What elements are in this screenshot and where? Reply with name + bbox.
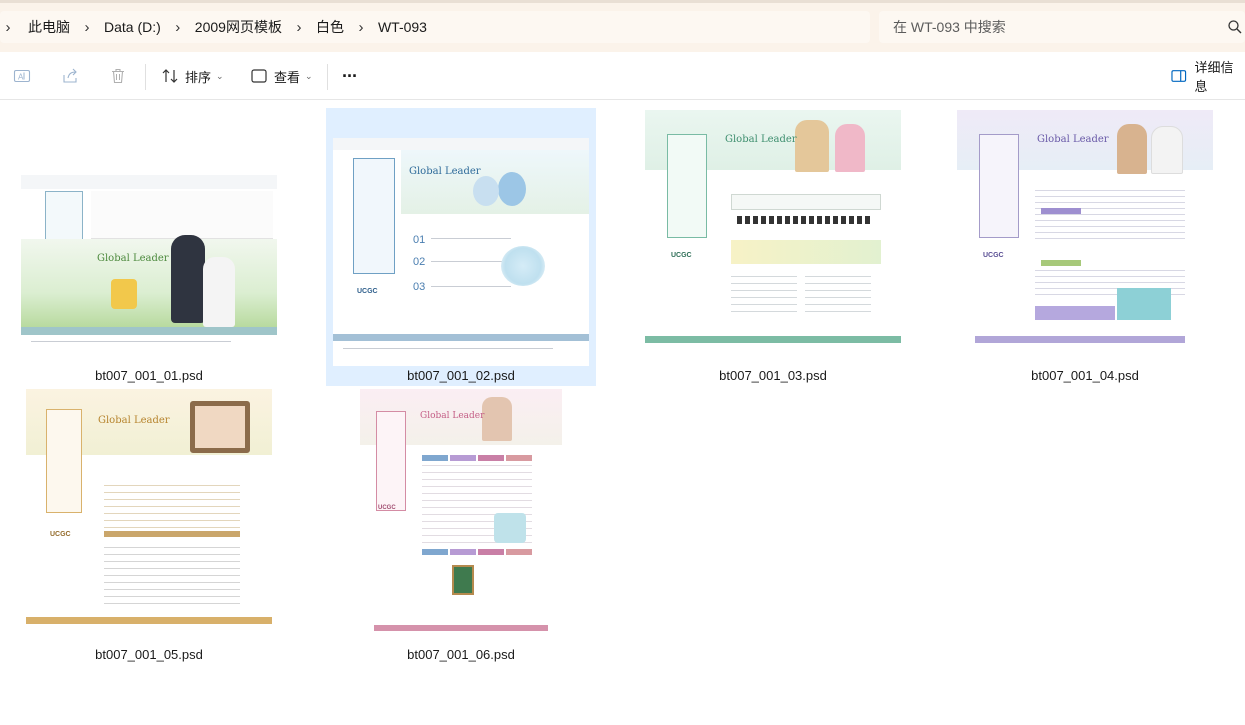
- thumbnail-logo: UCGC: [357, 288, 378, 295]
- file-thumbnail: Global Leader UCGC: [645, 110, 901, 358]
- thumbnail-headline: Global Leader: [420, 411, 485, 421]
- svg-text:A: A: [18, 73, 24, 82]
- chevron-right-icon[interactable]: ›: [171, 19, 185, 36]
- thumbnail-headline: Global Leader: [1037, 134, 1109, 145]
- chevron-right-icon[interactable]: ›: [354, 19, 368, 36]
- address-bar-row: › 此电脑 › Data (D:) › 2009网页模板 › 白色 › WT-0…: [0, 0, 1245, 52]
- share-icon: [63, 68, 77, 83]
- details-pane-icon: [1171, 70, 1187, 82]
- view-button[interactable]: 查看 ⌄: [250, 64, 313, 88]
- file-tile[interactable]: Global Leader UCGC bt007_001_05.psd: [14, 385, 284, 663]
- chevron-right-icon[interactable]: ›: [1, 19, 15, 36]
- file-view[interactable]: Global Leader bt007_001_01.psd Global Le…: [0, 101, 1245, 725]
- breadcrumb-item-template-folder[interactable]: 2009网页模板: [191, 17, 286, 37]
- sort-icon: [162, 69, 178, 83]
- rename-button[interactable]: A: [13, 64, 31, 88]
- file-name: bt007_001_02.psd: [407, 368, 515, 383]
- details-pane-button[interactable]: 详细信息: [1171, 60, 1245, 94]
- thumbnail-logo: UCGC: [671, 252, 692, 259]
- search-icon[interactable]: [1227, 19, 1243, 35]
- file-name: bt007_001_06.psd: [407, 647, 515, 662]
- file-thumbnail: Global Leader UCGC: [957, 110, 1213, 358]
- file-name: bt007_001_01.psd: [95, 368, 203, 383]
- search-input[interactable]: 在 WT-093 中搜索: [879, 11, 1245, 43]
- view-icon: [251, 69, 267, 83]
- file-tile-selected[interactable]: Global Leader 01 02 03 UCGC bt007_001_02…: [326, 108, 596, 386]
- trash-icon: [112, 68, 124, 84]
- chevron-down-icon: ⌄: [216, 70, 224, 81]
- thumbnail-headline: Global Leader: [725, 134, 797, 145]
- file-tile[interactable]: Global Leader UCGC bt007_001_06.psd: [326, 385, 596, 663]
- share-button[interactable]: [61, 64, 79, 88]
- breadcrumb-item-current-folder[interactable]: WT-093: [374, 19, 431, 35]
- sort-button[interactable]: 排序 ⌄: [161, 64, 224, 88]
- thumbnail-headline: Global Leader: [98, 415, 170, 426]
- file-thumbnail: Global Leader UCGC: [26, 389, 272, 635]
- chevron-right-icon[interactable]: ›: [292, 19, 306, 36]
- chevron-down-icon: ⌄: [305, 70, 313, 81]
- search-placeholder: 在 WT-093 中搜索: [893, 19, 1006, 35]
- file-tile[interactable]: Global Leader UCGC bt007_001_03.psd: [638, 108, 908, 386]
- details-label: 详细信息: [1194, 60, 1234, 94]
- breadcrumb-item-data-drive[interactable]: Data (D:): [100, 19, 165, 35]
- rename-icon: A: [13, 69, 31, 83]
- more-options-button[interactable]: ···: [342, 64, 358, 88]
- file-name: bt007_001_05.psd: [95, 647, 203, 662]
- command-bar: A 排序 ⌄ 查看 ⌄ ··· 详细信息: [0, 52, 1245, 100]
- thumbnail-step-number: 01: [413, 234, 426, 246]
- file-name: bt007_001_03.psd: [719, 368, 827, 383]
- delete-button[interactable]: [109, 64, 127, 88]
- file-name: bt007_001_04.psd: [1031, 368, 1139, 383]
- toolbar-divider: [145, 64, 146, 90]
- toolbar-divider: [327, 64, 328, 90]
- thumbnail-logo: UCGC: [983, 252, 1004, 259]
- thumbnail-logo: UCGC: [378, 505, 396, 511]
- thumbnail-headline: Global Leader: [97, 253, 169, 264]
- file-tile[interactable]: Global Leader bt007_001_01.psd: [14, 108, 284, 386]
- thumbnail-step-number: 02: [413, 256, 426, 268]
- file-tile[interactable]: Global Leader UCGC bt007_001_04.psd: [950, 108, 1220, 386]
- thumbnail-headline: Global Leader: [409, 166, 481, 177]
- thumbnail-step-number: 03: [413, 281, 426, 293]
- file-thumbnail: Global Leader: [21, 175, 277, 353]
- sort-label: 排序: [185, 69, 212, 85]
- chevron-right-icon[interactable]: ›: [80, 19, 94, 36]
- file-thumbnail: Global Leader UCGC: [360, 389, 562, 635]
- thumbnail-logo: UCGC: [50, 531, 71, 538]
- view-label: 查看: [274, 69, 301, 85]
- breadcrumb[interactable]: › 此电脑 › Data (D:) › 2009网页模板 › 白色 › WT-0…: [0, 11, 870, 43]
- breadcrumb-item-white-folder[interactable]: 白色: [312, 17, 348, 37]
- more-label: ···: [342, 65, 358, 86]
- file-thumbnail: Global Leader 01 02 03 UCGC: [333, 138, 589, 366]
- breadcrumb-item-this-pc[interactable]: 此电脑: [24, 17, 74, 37]
